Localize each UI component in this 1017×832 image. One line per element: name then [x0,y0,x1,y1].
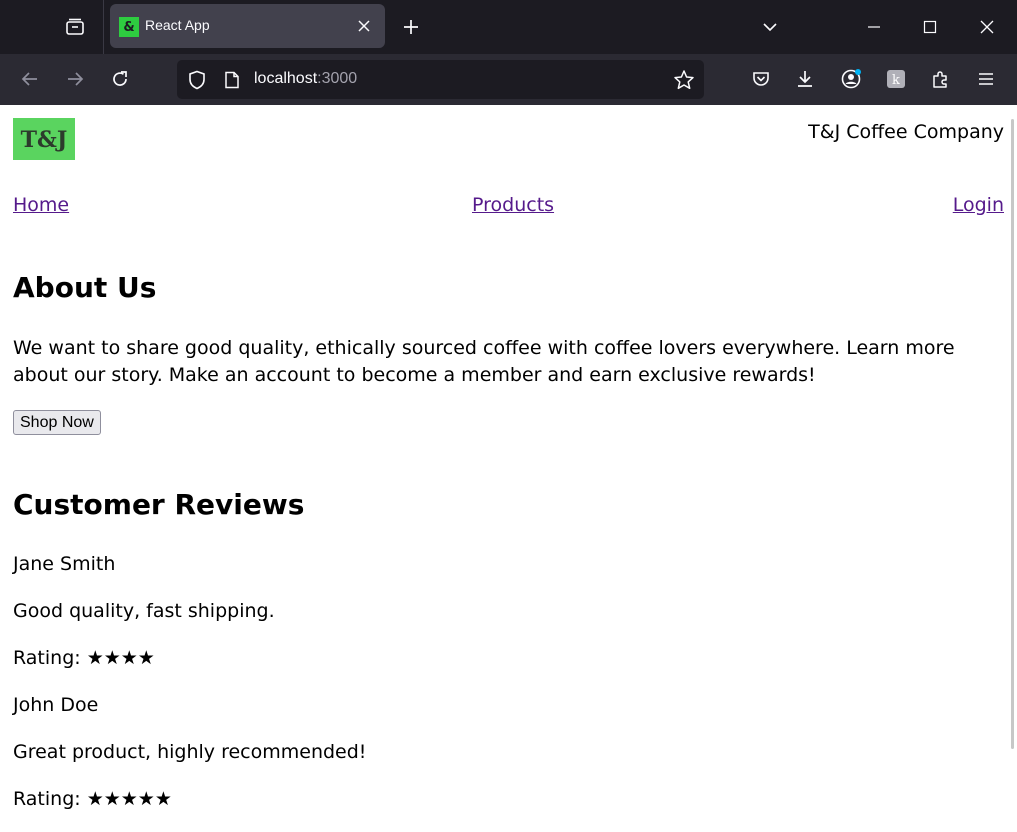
window-close-icon[interactable] [972,12,1002,42]
extension-k-icon[interactable]: k [882,65,910,93]
url-host: localhost [254,70,318,87]
extensions-puzzle-icon[interactable] [927,65,955,93]
hamburger-menu-icon[interactable] [972,65,1000,93]
url-text: localhost:3000 [254,70,357,88]
maximize-icon[interactable] [915,12,945,42]
page-icon[interactable] [221,69,243,91]
tab-title: React App [145,17,210,33]
reload-icon[interactable] [105,64,135,94]
company-name: T&J Coffee Company [808,121,1004,143]
reviews-heading: Customer Reviews [13,488,305,521]
minimize-icon[interactable] [859,12,889,42]
browser-tab-active[interactable]: & React App [110,4,385,48]
pocket-icon[interactable] [747,65,775,93]
account-icon[interactable] [837,65,865,93]
chevron-down-icon[interactable] [755,12,785,42]
page-viewport: T&J T&J Coffee Company Home Products Log… [0,105,1017,832]
logo: T&J [13,118,75,160]
navigation-toolbar: localhost:3000 k [0,54,1017,105]
tab-strip: & React App [0,0,1017,54]
url-port: :3000 [317,70,358,87]
forward-arrow-icon[interactable] [60,64,90,94]
logo-text: T&J [21,127,68,153]
react-favicon-icon: & [119,17,139,37]
tab-overview-icon[interactable] [60,12,90,42]
about-text: We want to share good quality, ethically… [13,337,955,386]
svg-text:k: k [892,73,900,88]
url-bar[interactable]: localhost:3000 [177,60,704,99]
star-bookmark-icon[interactable] [673,69,695,91]
tab-separator [103,0,104,54]
review-rating: Rating: ★★★★★ [13,788,172,810]
nav-link-home[interactable]: Home [13,194,69,216]
review-comment: Great product, highly recommended! [13,741,367,763]
close-icon[interactable] [354,16,374,36]
nav-link-login[interactable]: Login [953,194,1004,216]
review-comment: Good quality, fast shipping. [13,600,275,622]
review-name: Jane Smith [13,553,116,575]
download-icon[interactable] [791,65,819,93]
review-name: John Doe [13,694,99,716]
scrollbar[interactable] [1011,119,1014,749]
nav-link-products[interactable]: Products [472,194,554,216]
shop-now-button[interactable]: Shop Now [13,410,101,435]
shield-icon[interactable] [186,69,208,91]
about-heading: About Us [13,271,157,304]
plus-icon[interactable] [396,12,426,42]
back-arrow-icon[interactable] [15,64,45,94]
review-rating: Rating: ★★★★ [13,647,155,669]
